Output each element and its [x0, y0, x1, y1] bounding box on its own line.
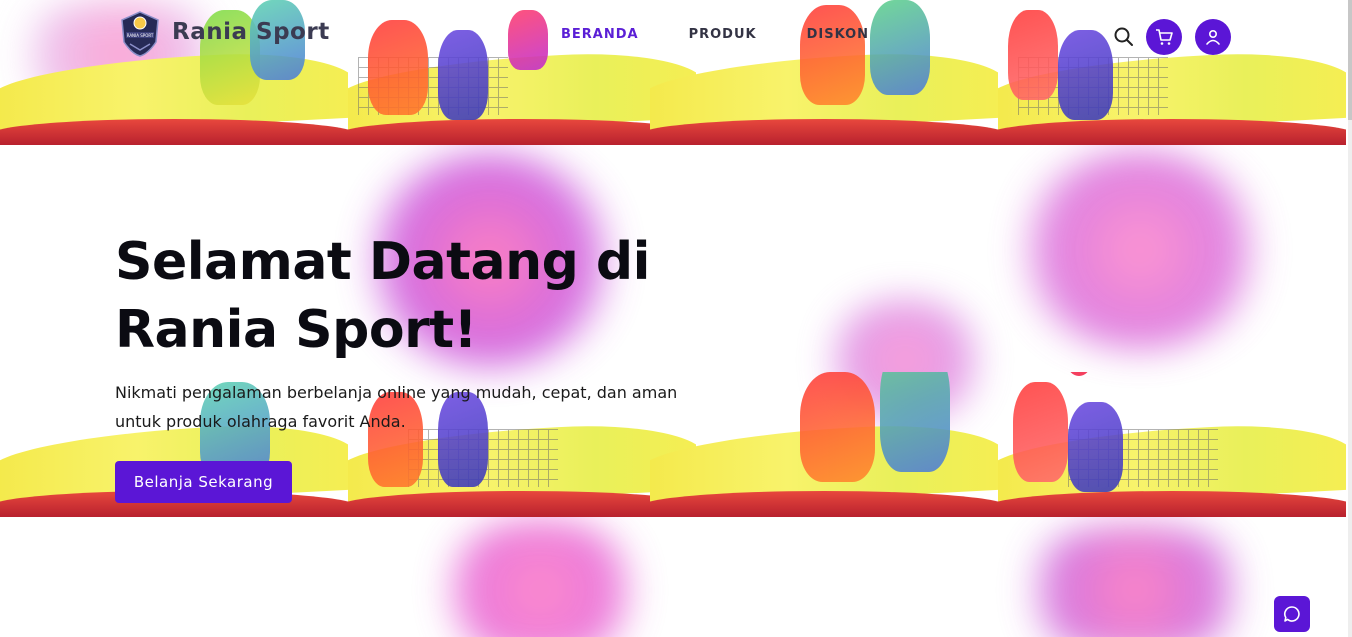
search-button[interactable] — [1105, 18, 1141, 54]
volleyball-scene — [998, 372, 1346, 517]
hero-title: Selamat Datang di Rania Sport! — [115, 232, 650, 360]
chat-button[interactable] — [1274, 596, 1310, 632]
svg-text:RANIA SPORT: RANIA SPORT — [127, 33, 154, 38]
hero-subtitle: Nikmati pengalaman berbelanja online yan… — [115, 383, 678, 431]
nav-item-diskon[interactable]: DISKON — [807, 27, 869, 42]
watercolor-splash — [430, 520, 650, 637]
shop-now-button[interactable]: Belanja Sekarang — [115, 461, 292, 503]
hero-section: Selamat Datang di Rania Sport! Nikmati p… — [115, 228, 735, 436]
nav-item-beranda[interactable]: BERANDA — [561, 27, 639, 42]
main-nav: BERANDA PRODUK DISKON — [561, 27, 919, 42]
nav-item-produk[interactable]: PRODUK — [689, 27, 757, 42]
shield-logo-icon: RANIA SPORT — [121, 11, 159, 57]
user-icon — [1206, 29, 1220, 45]
search-icon — [1114, 27, 1133, 46]
site-header: RANIA SPORT Rania Sport BERANDA PRODUK D… — [0, 0, 1348, 72]
cart-icon — [1156, 29, 1173, 45]
chat-icon — [1284, 606, 1300, 622]
watercolor-splash — [1005, 525, 1265, 637]
watercolor-splash — [1010, 150, 1270, 350]
page-scrollbar[interactable] — [1348, 0, 1352, 637]
cart-button[interactable] — [1146, 19, 1182, 55]
user-account-button[interactable] — [1195, 19, 1231, 55]
brand-name[interactable]: Rania Sport — [172, 19, 330, 45]
brand-logo[interactable]: RANIA SPORT — [118, 10, 162, 58]
